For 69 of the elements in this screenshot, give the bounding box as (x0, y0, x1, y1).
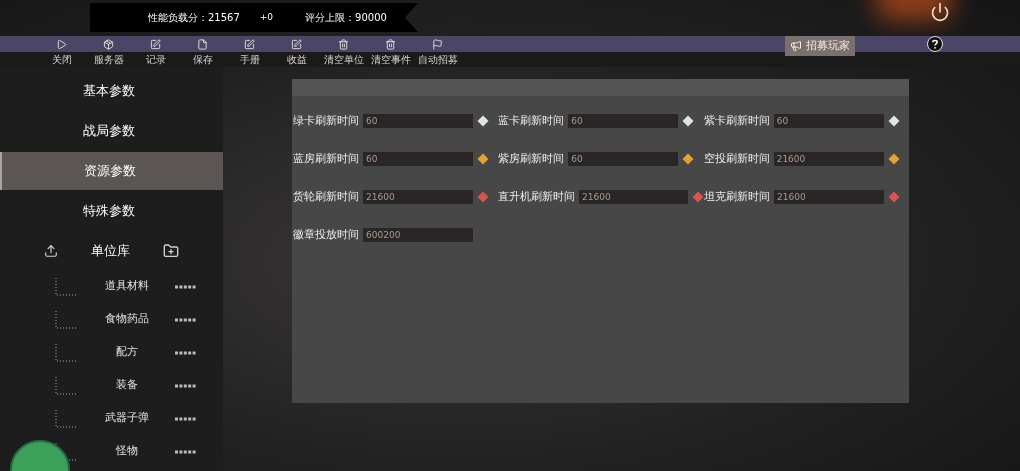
tree-item[interactable]: 怪物 (77, 443, 177, 460)
more-icon[interactable] (175, 284, 197, 289)
input-field[interactable]: 21600 (579, 190, 688, 204)
field-label: 蓝卡刷新时间 (498, 113, 565, 129)
tree-connector (55, 376, 77, 395)
megaphone-icon (790, 40, 802, 52)
trash-icon[interactable] (385, 38, 396, 50)
power-icon[interactable] (930, 2, 950, 22)
toolbar-button[interactable]: 记录 (132, 52, 179, 67)
input-field[interactable]: 21600 (774, 190, 884, 204)
toolbar-button[interactable]: 关闭 (38, 52, 85, 67)
add-folder-icon[interactable] (163, 243, 179, 259)
flag-icon[interactable] (432, 38, 443, 50)
trash-icon[interactable] (338, 38, 349, 50)
field-label: 货轮刷新时间 (293, 189, 359, 205)
recruit-players-button[interactable]: 招募玩家 (785, 36, 855, 56)
score-cap: 评分上限：90000 (305, 11, 387, 25)
file-icon[interactable] (197, 38, 208, 50)
sidebar-item[interactable]: 资源参数 (0, 152, 223, 190)
tree-connector (55, 310, 77, 329)
tree-connector (55, 343, 77, 362)
field-label: 直升机刷新时间 (498, 189, 575, 205)
sidebar-item[interactable]: 战局参数 (0, 112, 223, 150)
toolbar-button[interactable]: 清空事件 (367, 52, 414, 67)
help-icon[interactable] (927, 36, 943, 52)
field-label: 紫房刷新时间 (498, 151, 565, 167)
field-label: 空投刷新时间 (703, 151, 770, 167)
tree-connector (55, 409, 77, 428)
load-score: 性能负载分：21567 (148, 11, 240, 25)
more-icon[interactable] (175, 350, 197, 355)
input-field[interactable]: 60 (363, 152, 473, 166)
tree-item[interactable]: 食物药品 (77, 311, 177, 328)
edit-icon[interactable] (291, 38, 302, 50)
input-field[interactable]: 21600 (363, 190, 473, 204)
input-field[interactable]: 60 (568, 152, 679, 166)
input-field[interactable]: 21600 (773, 152, 884, 166)
import-icon[interactable] (44, 244, 58, 258)
unit-library-label: 单位库 (91, 242, 130, 261)
toolbar-button[interactable]: 清空单位 (320, 52, 367, 67)
toolbar-button[interactable]: 收益 (273, 52, 320, 67)
play-icon[interactable] (56, 38, 67, 50)
tree-item[interactable]: 配方 (77, 344, 177, 361)
input-field[interactable]: 60 (568, 114, 679, 128)
field-label: 蓝房刷新时间 (293, 151, 359, 167)
more-icon[interactable] (175, 317, 197, 322)
toolbar-button[interactable]: 手册 (226, 52, 273, 67)
field-label: 紫卡刷新时间 (703, 113, 770, 129)
more-icon[interactable] (175, 383, 197, 388)
field-label: 徽章投放时间 (293, 227, 359, 243)
input-field[interactable]: 600200 (363, 228, 473, 242)
field-label: 坦克刷新时间 (704, 189, 770, 205)
field-label: 绿卡刷新时间 (293, 113, 359, 129)
score-delta: +0 (259, 10, 274, 24)
toolbar-button[interactable]: 服务器 (85, 52, 132, 67)
edit-icon[interactable] (150, 38, 161, 50)
more-icon[interactable] (175, 449, 197, 454)
box-icon[interactable] (103, 38, 114, 50)
input-field[interactable]: 60 (773, 114, 884, 128)
more-icon[interactable] (175, 416, 197, 421)
tree-item[interactable]: 装备 (77, 377, 177, 394)
tree-item[interactable]: 武器子弹 (77, 410, 177, 427)
tree-connector (55, 277, 77, 296)
sidebar-item[interactable]: 基本参数 (0, 72, 223, 110)
input-field[interactable]: 60 (363, 114, 473, 128)
toolbar-button[interactable]: 保存 (179, 52, 226, 67)
toolbar-button[interactable]: 自动招募 (414, 52, 461, 67)
tree-item[interactable]: 道具材料 (77, 278, 177, 295)
sidebar-item[interactable]: 特殊参数 (0, 192, 223, 230)
edit-icon[interactable] (244, 38, 255, 50)
